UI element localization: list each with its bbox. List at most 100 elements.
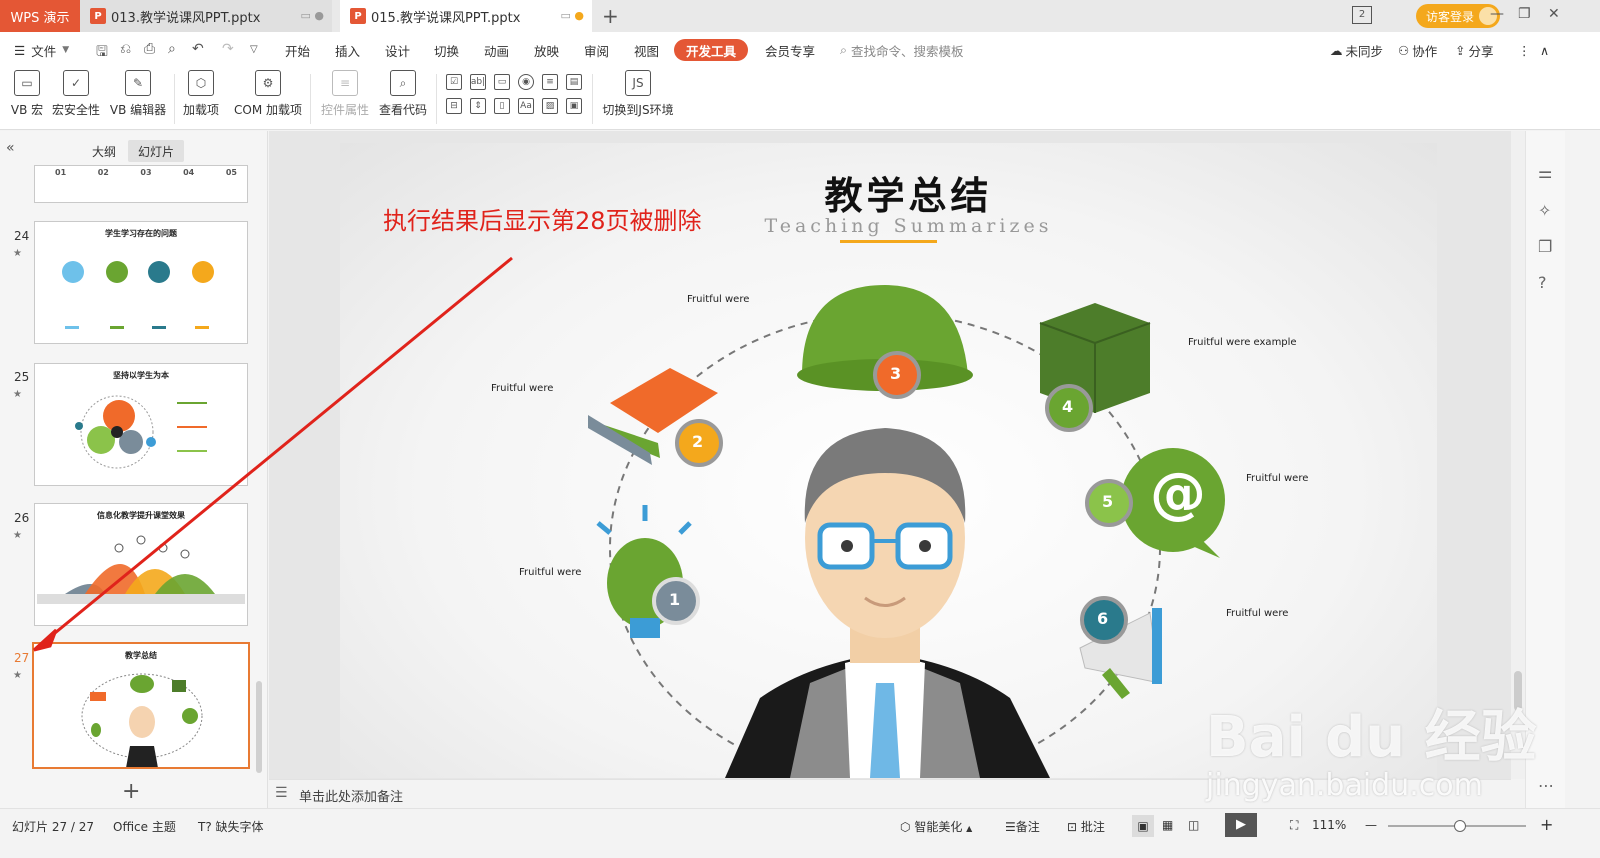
save-icon[interactable]: 🖫: [96, 41, 108, 65]
file-menu[interactable]: ☰ 文件 ▼: [14, 32, 69, 68]
slide-number: 24: [14, 229, 30, 243]
collapse-panel-icon[interactable]: «: [6, 140, 15, 156]
user-icon: ⚇: [1398, 42, 1410, 58]
zoom-slider-handle[interactable]: [1454, 820, 1466, 832]
slides-icon[interactable]: ❐: [1538, 237, 1552, 256]
normal-view-icon[interactable]: ▣: [1132, 815, 1154, 837]
comments-button[interactable]: ⊡ 批注: [1067, 818, 1105, 835]
menu-item-transition[interactable]: 切换: [434, 32, 459, 68]
sync-button[interactable]: ☁ 未同步: [1330, 32, 1383, 68]
notes-toggle-button[interactable]: ☰备注: [1005, 818, 1040, 835]
add-slide-button[interactable]: +: [122, 779, 140, 804]
menu-item-developer[interactable]: 开发工具: [674, 39, 749, 61]
textbox-control-icon[interactable]: ab|: [470, 74, 486, 90]
preview-icon[interactable]: ⌕: [168, 41, 176, 57]
menu-item-view[interactable]: 视图: [634, 32, 659, 68]
fit-window-icon[interactable]: ⛶: [1290, 818, 1298, 833]
login-button[interactable]: 访客登录: [1416, 4, 1500, 28]
ribbon-toolbar: ▭ VB 宏 ✓ 宏安全性 ✎ VB 编辑器 ⬡ 加载项 ⚙ COM 加载项 ≡ 控件属性 …: [0, 68, 1600, 130]
menu-item-insert[interactable]: 插入: [335, 32, 360, 68]
button-label: 加载项: [182, 103, 219, 117]
divider: [592, 74, 593, 124]
listbox-control-icon[interactable]: ≡: [542, 74, 558, 90]
theme-label[interactable]: Office 主题: [113, 818, 176, 835]
redo-icon[interactable]: ↷: [222, 41, 234, 57]
print-icon[interactable]: ⎙: [144, 41, 155, 57]
radio-control-icon[interactable]: ◉: [518, 74, 534, 90]
undo-format-icon[interactable]: ⎌: [120, 41, 131, 57]
animation-star-icon: ★: [13, 248, 22, 259]
button-control-icon[interactable]: ▭: [494, 74, 510, 90]
more-icon[interactable]: ⋮: [1518, 32, 1531, 68]
thumbnail-scrollbar[interactable]: [256, 681, 262, 773]
scrollbar-control-icon[interactable]: ▯: [494, 98, 510, 114]
addins-button[interactable]: ⬡ 加载项: [180, 70, 222, 118]
combobox-control-icon[interactable]: ▤: [566, 74, 582, 90]
settings-sliders-icon[interactable]: ⚌: [1538, 163, 1552, 182]
undo-icon[interactable]: ↶: [192, 41, 204, 57]
image-control-icon[interactable]: ▨: [542, 98, 558, 114]
menu-item-slideshow[interactable]: 放映: [534, 32, 559, 68]
menu-item-start[interactable]: 开始: [285, 32, 310, 68]
canvas-scrollbar[interactable]: [1511, 131, 1525, 779]
spin-control-icon[interactable]: ⇕: [470, 98, 486, 114]
more-icon[interactable]: ⋯: [1538, 776, 1554, 795]
reading-view-icon[interactable]: ◫: [1188, 818, 1199, 832]
grid-view-icon[interactable]: ▦: [1162, 818, 1173, 832]
play-button[interactable]: ▶: [1225, 813, 1257, 837]
menu-item-animation[interactable]: 动画: [484, 32, 509, 68]
tab-slides[interactable]: 幻灯片: [128, 140, 185, 162]
view-code-button[interactable]: ⌕ 查看代码: [376, 70, 430, 118]
vb-editor-button[interactable]: ✎ VB 编辑器: [108, 70, 168, 118]
customize-icon[interactable]: ▽: [250, 44, 258, 55]
checkbox-control-icon[interactable]: ☑: [446, 74, 462, 90]
menu-item-member[interactable]: 会员专享: [765, 32, 815, 68]
slide-thumbnail-25[interactable]: 坚持以学生为本: [34, 363, 248, 486]
menu-item-design[interactable]: 设计: [385, 32, 410, 68]
thumb-graphic: [37, 535, 245, 604]
zoom-out-icon[interactable]: —: [1365, 818, 1377, 832]
minimize-icon[interactable]: —: [1490, 6, 1504, 22]
new-tab-button[interactable]: +: [602, 4, 619, 28]
pin-icon[interactable]: ✧: [1538, 201, 1551, 220]
zoom-slider[interactable]: [1388, 820, 1526, 832]
slide-thumbnail-27[interactable]: 教学总结: [32, 642, 250, 769]
search-box[interactable]: ⌕ 查找命令、搜索模板: [840, 32, 964, 68]
frame-control-icon[interactable]: ▣: [566, 98, 582, 114]
zoom-level[interactable]: 111%: [1312, 818, 1346, 832]
notes-placeholder: 单击此处添加备注: [299, 790, 404, 805]
switch-js-env-button[interactable]: JS 切换到JS环境: [598, 70, 678, 118]
menu-item-review[interactable]: 审阅: [584, 32, 609, 68]
zoom-in-icon[interactable]: +: [1540, 815, 1553, 834]
tab-outline[interactable]: 大纲: [82, 140, 126, 162]
vb-macro-button[interactable]: ▭ VB 宏: [8, 70, 46, 118]
share-button[interactable]: ⇪ 分享: [1455, 32, 1494, 68]
beautify-button[interactable]: ⬡ 智能美化 ▲: [900, 818, 972, 835]
collapse-ribbon-icon[interactable]: ∧: [1540, 32, 1549, 68]
com-addins-button[interactable]: ⚙ COM 加载项: [230, 70, 306, 118]
slide-thumbnail-26[interactable]: 信息化教学提升课堂效果: [34, 503, 248, 626]
missing-font-button[interactable]: T? 缺失字体: [198, 818, 264, 835]
control-properties-button[interactable]: ≡ 控件属性: [318, 70, 372, 118]
close-icon[interactable]: ✕: [1548, 6, 1560, 22]
search-icon: ⌕: [840, 42, 848, 57]
window-count-icon[interactable]: 2: [1352, 6, 1372, 24]
slide-thumbnail-23[interactable]: 01 02 03 04 05: [34, 165, 248, 203]
restore-icon[interactable]: ❐: [1518, 6, 1531, 22]
watermark-url: jingyan.baidu.com: [1206, 768, 1483, 803]
slide-canvas[interactable]: 教学总结 Teaching Summarizes 1 2 3 4 5 6 @ F…: [340, 143, 1437, 778]
badge-2: 2: [692, 432, 704, 451]
comments-label: 批注: [1080, 820, 1105, 834]
doc-tab-2[interactable]: P 015.教学说课风PPT.pptx ▭ ●: [340, 0, 592, 32]
label-control-icon[interactable]: Aa: [518, 98, 534, 114]
toggle-control-icon[interactable]: ⊟: [446, 98, 462, 114]
help-icon[interactable]: ?: [1538, 273, 1547, 292]
macro-security-button[interactable]: ✓ 宏安全性: [50, 70, 102, 118]
partial-label: 02: [97, 168, 109, 177]
doc-tab-1[interactable]: P 013.教学说课风PPT.pptx ▭ ●: [80, 0, 332, 32]
collab-button[interactable]: ⚇ 协作: [1398, 32, 1437, 68]
share-label: 分享: [1468, 43, 1494, 59]
divider: [174, 74, 175, 124]
app-tab[interactable]: WPS 演示: [0, 0, 80, 32]
slide-thumbnail-24[interactable]: 学生学习存在的问题: [34, 221, 248, 344]
